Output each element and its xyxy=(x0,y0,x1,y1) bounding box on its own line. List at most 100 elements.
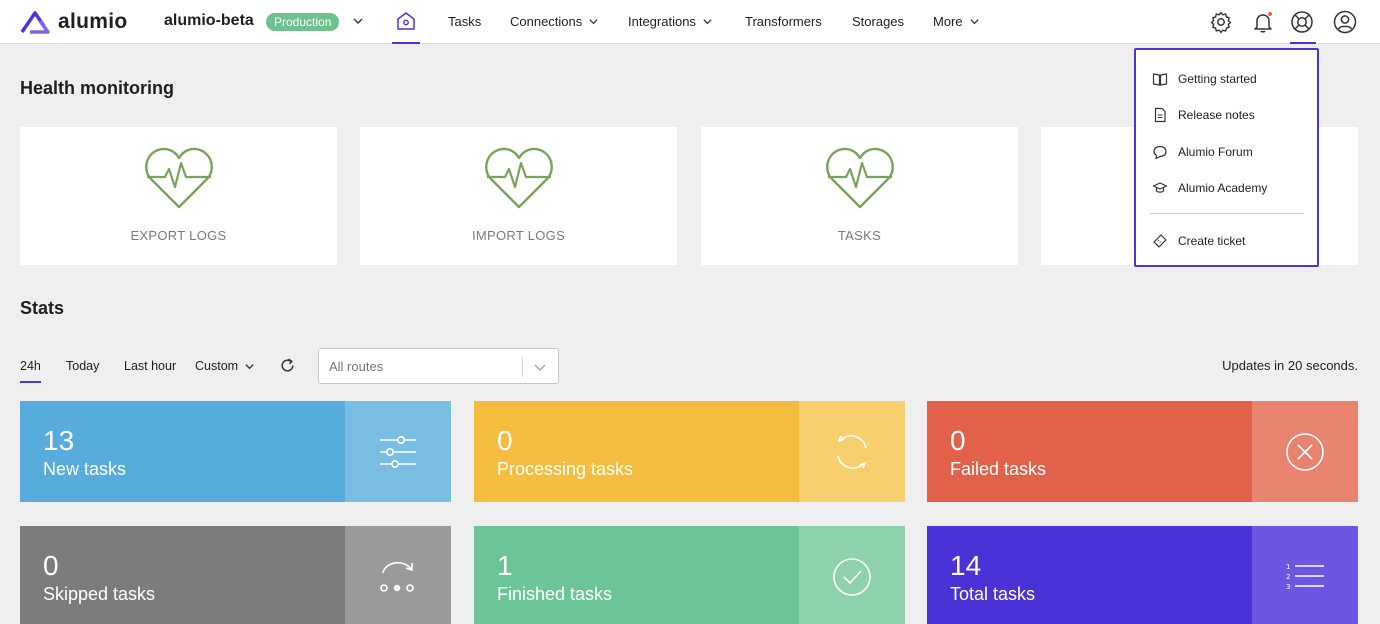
stat-label: Skipped tasks xyxy=(43,584,156,604)
menu-divider xyxy=(1150,213,1303,214)
heart-pulse-icon xyxy=(825,147,894,209)
nav-more-label: More xyxy=(933,14,963,29)
menu-item-label: Create ticket xyxy=(1178,234,1246,248)
chevron-down-icon xyxy=(589,19,598,25)
health-monitoring-title: Health monitoring xyxy=(20,78,174,98)
top-navigation: alumio alumio-beta Production Tasks Conn… xyxy=(0,0,1380,44)
chevron-down-icon xyxy=(703,19,712,25)
svg-text:3: 3 xyxy=(1286,583,1290,591)
bell-icon[interactable] xyxy=(1251,10,1275,34)
menu-item-label: Getting started xyxy=(1178,72,1257,86)
nav-home[interactable] xyxy=(392,0,420,44)
stat-card-skipped-tasks[interactable]: 0 Skipped tasks xyxy=(20,526,451,624)
chat-icon xyxy=(1153,145,1167,160)
nav-more[interactable]: More xyxy=(933,14,980,29)
book-icon xyxy=(1152,73,1168,86)
stats-title: Stats xyxy=(20,298,65,318)
stat-card-side xyxy=(799,401,905,502)
svg-text:1: 1 xyxy=(1286,563,1290,571)
nav-connections-label: Connections xyxy=(510,14,583,29)
numbered-list-icon: 1 2 3 xyxy=(1286,563,1324,591)
filter-today[interactable]: Today xyxy=(66,359,99,373)
support-icon xyxy=(1291,11,1313,33)
sync-icon xyxy=(837,434,867,469)
support-dropdown-menu: Getting started Release notes Alumio For… xyxy=(1134,48,1319,267)
menu-item-label: Alumio Forum xyxy=(1178,145,1253,159)
nav-integrations-label: Integrations xyxy=(628,14,696,29)
alumio-logo-icon xyxy=(20,11,50,34)
filter-custom-label: Custom xyxy=(195,359,239,373)
stat-card-side xyxy=(1252,401,1358,502)
stat-card-finished-tasks[interactable]: 1 Finished tasks xyxy=(474,526,905,624)
stat-card-side: 1 2 3 xyxy=(1252,526,1358,624)
support-button[interactable] xyxy=(1290,10,1316,44)
stat-value: 13 xyxy=(43,425,75,456)
heart-pulse-icon xyxy=(484,147,553,209)
nav-transformers[interactable]: Transformers xyxy=(745,14,822,29)
stat-card-failed-tasks[interactable]: 0 Failed tasks xyxy=(927,401,1358,502)
menu-item-release-notes[interactable]: Release notes xyxy=(1152,107,1255,123)
stat-label: Total tasks xyxy=(950,584,1036,604)
alumio-logo[interactable]: alumio xyxy=(20,9,127,35)
nav-integrations[interactable]: Integrations xyxy=(628,14,713,29)
chevron-down-icon xyxy=(245,363,254,369)
nav-tasks[interactable]: Tasks xyxy=(448,14,481,29)
graduation-icon xyxy=(1152,182,1168,193)
chevron-down-icon xyxy=(534,364,546,372)
stat-label: Processing tasks xyxy=(497,459,634,479)
heart-pulse-icon xyxy=(144,147,213,209)
select-divider xyxy=(522,357,523,377)
ticket-icon xyxy=(1153,234,1167,248)
stat-card-side xyxy=(799,526,905,624)
chevron-down-icon xyxy=(970,19,979,25)
user-icon[interactable] xyxy=(1333,10,1357,34)
stat-value: 0 xyxy=(497,425,513,456)
nav-storages-label: Storages xyxy=(852,14,905,29)
stat-card-total-tasks[interactable]: 14 Total tasks 1 2 3 xyxy=(927,526,1358,624)
stat-value: 0 xyxy=(43,550,59,581)
environment-badge: Production xyxy=(266,13,340,31)
stat-value: 14 xyxy=(950,550,982,581)
sliders-icon xyxy=(380,435,416,468)
stat-value: 1 xyxy=(497,550,513,581)
routes-select[interactable]: All routes xyxy=(318,348,559,384)
menu-item-alumio-forum[interactable]: Alumio Forum xyxy=(1152,144,1253,160)
nav-transformers-label: Transformers xyxy=(745,14,822,29)
filter-last-hour[interactable]: Last hour xyxy=(124,359,176,373)
gear-icon[interactable] xyxy=(1209,10,1233,34)
close-circle-icon xyxy=(1286,432,1324,471)
check-circle-icon xyxy=(833,557,871,596)
menu-item-getting-started[interactable]: Getting started xyxy=(1152,71,1257,87)
stat-label: Failed tasks xyxy=(950,459,1047,479)
menu-item-label: Alumio Academy xyxy=(1178,181,1268,195)
environment-chevron-down-icon[interactable] xyxy=(352,15,364,27)
menu-item-create-ticket[interactable]: Create ticket xyxy=(1152,233,1245,249)
nav-connections[interactable]: Connections xyxy=(510,14,599,29)
document-icon xyxy=(1154,107,1166,123)
menu-item-alumio-academy[interactable]: Alumio Academy xyxy=(1152,180,1267,196)
svg-text:2: 2 xyxy=(1286,573,1290,581)
health-card-import-logs[interactable]: IMPORT LOGS xyxy=(360,127,677,265)
stat-card-side xyxy=(345,401,451,502)
stat-card-new-tasks[interactable]: 13 New tasks xyxy=(20,401,451,502)
health-card-label: IMPORT LOGS xyxy=(471,228,566,243)
stat-label: New tasks xyxy=(43,459,127,479)
health-card-label: EXPORT LOGS xyxy=(130,228,227,243)
refresh-icon[interactable] xyxy=(279,357,296,374)
stat-card-side xyxy=(345,526,451,624)
stat-label: Finished tasks xyxy=(497,584,613,604)
skip-icon xyxy=(380,561,414,592)
filter-custom[interactable]: Custom xyxy=(195,359,255,373)
stat-value: 0 xyxy=(950,425,966,456)
nav-tasks-label: Tasks xyxy=(448,14,482,29)
nav-storages[interactable]: Storages xyxy=(852,14,904,29)
filter-24h[interactable]: 24h xyxy=(20,359,41,383)
routes-select-value: All routes xyxy=(329,359,384,374)
health-card-tasks[interactable]: TASKS xyxy=(701,127,1018,265)
health-card-export-logs[interactable]: EXPORT LOGS xyxy=(20,127,337,265)
stat-card-processing-tasks[interactable]: 0 Processing tasks xyxy=(474,401,905,502)
health-card-label: TASKS xyxy=(837,228,882,243)
brand-name: alumio xyxy=(58,10,128,33)
environment-name[interactable]: alumio-beta xyxy=(164,12,254,30)
menu-item-label: Release notes xyxy=(1178,108,1255,122)
